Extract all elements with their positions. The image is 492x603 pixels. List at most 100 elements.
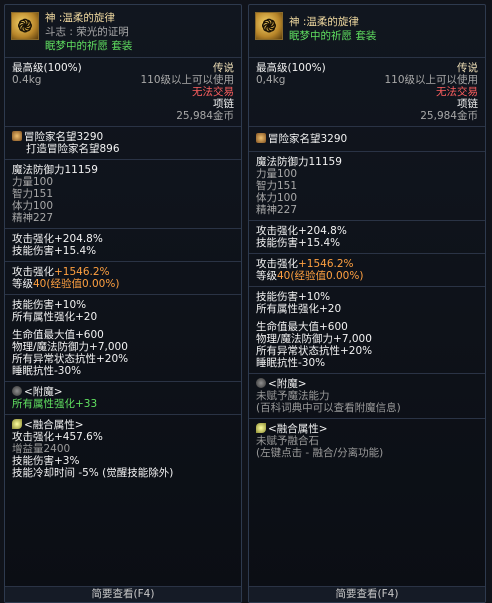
fame-value: 冒险家名望3290 [268, 133, 348, 145]
fusion-buff-amount: 增益量2400 [12, 443, 71, 455]
stat-intelligence: 智力151 [256, 180, 298, 192]
item-slot: 项链 [213, 98, 234, 110]
growth-level-label: 等级 [12, 278, 33, 290]
item-level-requirement: 110级以上可以使用 [384, 74, 478, 86]
item-subname: 斗志 : 荣光的证明 [45, 26, 129, 38]
item-grade: 最高级(100%) [256, 62, 326, 74]
tooltip-header: ֎ 神 :温柔的旋律 斗志 : 荣光的证明 眠梦中的祈愿 套装 [5, 5, 241, 57]
fusion-attack-boost: 攻击强化+457.6% [12, 431, 103, 443]
fusion-section: <融合属性> 攻击强化+457.6% 增益量2400 技能伤害+3% 技能冷却时… [5, 414, 241, 483]
fusion-status: 未赋予融合石 [256, 435, 319, 447]
option-defense: 物理/魔法防御力+7,000 [12, 341, 128, 353]
fusion-skill-damage: 技能伤害+3% [12, 455, 80, 467]
item-rarity: 传说 [213, 62, 234, 74]
fame-section: 冒险家名望3290 打造冒险家名望896 [5, 126, 241, 159]
option-sleep-resist: 睡眠抗性-30% [256, 357, 326, 369]
enchant-title: <附魔> [268, 378, 307, 390]
growth-stats: 攻击强化+1546.2% 等级40(经验值0.00%) [5, 261, 241, 294]
swirl-item-icon: ֎ [255, 12, 283, 40]
stat-skill-damage: 技能伤害+15.4% [12, 245, 97, 257]
item-tooltip-compare: ֎ 神 :温柔的旋律 眠梦中的祈愿 套装 最高级(100%) 传说 0,4kg … [248, 4, 486, 603]
enchant-hint: (百科词典中可以查看附魔信息) [256, 402, 401, 414]
option-hp-max: 生命值最大值+600 [12, 329, 104, 341]
item-trade-status: 无法交易 [192, 86, 234, 98]
base-stats: 魔法防御力11159 力量100 智力151 体力100 精神227 [5, 159, 241, 228]
option-sleep-resist: 睡眠抗性-30% [12, 365, 82, 377]
fusion-section: <融合属性> 未赋予融合石 (左键点击 - 融合/分离功能) [249, 418, 485, 463]
growth-level-value: 40 [33, 278, 47, 290]
growth-attack-value: +1546.2% [298, 258, 354, 270]
option-hp-max: 生命值最大值+600 [256, 321, 348, 333]
fusion-title: <融合属性> [24, 419, 84, 431]
item-slot: 项链 [457, 98, 478, 110]
stat-intelligence: 智力151 [12, 188, 54, 200]
enchant-section: <附魔> 未赋予魔法能力 (百科词典中可以查看附魔信息) [249, 373, 485, 418]
enchant-icon [12, 386, 22, 396]
crafted-fame: 打造冒险家名望896 [26, 143, 120, 155]
fusion-icon [256, 423, 266, 433]
enchant-icon [256, 378, 266, 388]
fusion-hint: (左键点击 - 融合/分离功能) [256, 447, 384, 459]
stat-vitality: 体力100 [256, 192, 298, 204]
fusion-title: <融合属性> [268, 423, 328, 435]
growth-exp: (经验值0.00%) [46, 278, 120, 290]
option-stats: 技能伤害+10% 所有属性强化+20 生命值最大值+600 物理/魔法防御力+7… [249, 286, 485, 373]
item-trade-status: 无法交易 [436, 86, 478, 98]
option-all-stats: 所有属性强化+20 [12, 311, 98, 323]
item-weight: 0,4kg [256, 74, 286, 86]
item-price: 25,984金币 [176, 110, 234, 122]
growth-attack-label: 攻击强化 [12, 266, 54, 278]
fusion-cooldown: 技能冷却时间 -5% (觉醒技能除外) [12, 467, 174, 479]
stat-attack-boost: 攻击强化+204.8% [256, 225, 347, 237]
fame-icon [12, 131, 22, 141]
option-stats: 技能伤害+10% 所有属性强化+20 生命值最大值+600 物理/魔法防御力+7… [5, 294, 241, 381]
attack-stats: 攻击强化+204.8% 技能伤害+15.4% [5, 228, 241, 261]
item-level-requirement: 110级以上可以使用 [140, 74, 234, 86]
enchant-section: <附魔> 所有属性强化+33 [5, 381, 241, 414]
item-basic-info: 最高级(100%) 传说 0,4kg 110级以上可以使用 无法交易 项链 25… [249, 57, 485, 126]
stat-spirit: 精神227 [12, 212, 54, 224]
attack-stats: 攻击强化+204.8% 技能伤害+15.4% [249, 220, 485, 253]
base-stats: 魔法防御力11159 力量100 智力151 体力100 精神227 [249, 151, 485, 220]
item-set-name: 眠梦中的祈愿 套装 [45, 40, 133, 52]
fame-value: 冒险家名望3290 [24, 131, 104, 143]
enchant-value: 所有属性强化+33 [12, 398, 98, 410]
option-status-resist: 所有异常状态抗性+20% [12, 353, 129, 365]
fame-icon [256, 133, 266, 143]
enchant-title: <附魔> [24, 386, 63, 398]
option-skill-damage: 技能伤害+10% [12, 299, 87, 311]
option-defense: 物理/魔法防御力+7,000 [256, 333, 372, 345]
fame-section: 冒险家名望3290 [249, 126, 485, 151]
item-grade: 最高级(100%) [12, 62, 82, 74]
option-skill-damage: 技能伤害+10% [256, 291, 331, 303]
stat-strength: 力量100 [256, 168, 298, 180]
brief-view-button[interactable]: 简要查看(F4) [5, 586, 241, 602]
swirl-item-icon: ֎ [11, 12, 39, 40]
item-name: 神 :温柔的旋律 [45, 12, 115, 24]
fusion-icon [12, 419, 22, 429]
option-all-stats: 所有属性强化+20 [256, 303, 342, 315]
stat-vitality: 体力100 [12, 200, 54, 212]
growth-exp: (经验值0.00%) [290, 270, 364, 282]
option-status-resist: 所有异常状态抗性+20% [256, 345, 373, 357]
item-price: 25,984金币 [420, 110, 478, 122]
stat-attack-boost: 攻击强化+204.8% [12, 233, 103, 245]
item-basic-info: 最高级(100%) 传说 0.4kg 110级以上可以使用 无法交易 项链 25… [5, 57, 241, 126]
growth-attack-value: +1546.2% [54, 266, 110, 278]
item-rarity: 传说 [457, 62, 478, 74]
stat-skill-damage: 技能伤害+15.4% [256, 237, 341, 249]
tooltip-header: ֎ 神 :温柔的旋律 眠梦中的祈愿 套装 [249, 5, 485, 57]
brief-view-button[interactable]: 简要查看(F4) [249, 586, 485, 602]
item-set-name: 眠梦中的祈愿 套装 [289, 30, 377, 42]
item-name: 神 :温柔的旋律 [289, 16, 359, 28]
stat-magic-defense: 魔法防御力11159 [12, 164, 98, 176]
item-weight: 0.4kg [12, 74, 42, 86]
stat-spirit: 精神227 [256, 204, 298, 216]
item-tooltip-equipped: ֎ 神 :温柔的旋律 斗志 : 荣光的证明 眠梦中的祈愿 套装 最高级(100%… [4, 4, 242, 603]
stat-magic-defense: 魔法防御力11159 [256, 156, 342, 168]
growth-stats: 攻击强化+1546.2% 等级40(经验值0.00%) [249, 253, 485, 286]
enchant-status: 未赋予魔法能力 [256, 390, 330, 402]
growth-level-value: 40 [277, 270, 291, 282]
growth-level-label: 等级 [256, 270, 277, 282]
stat-strength: 力量100 [12, 176, 54, 188]
